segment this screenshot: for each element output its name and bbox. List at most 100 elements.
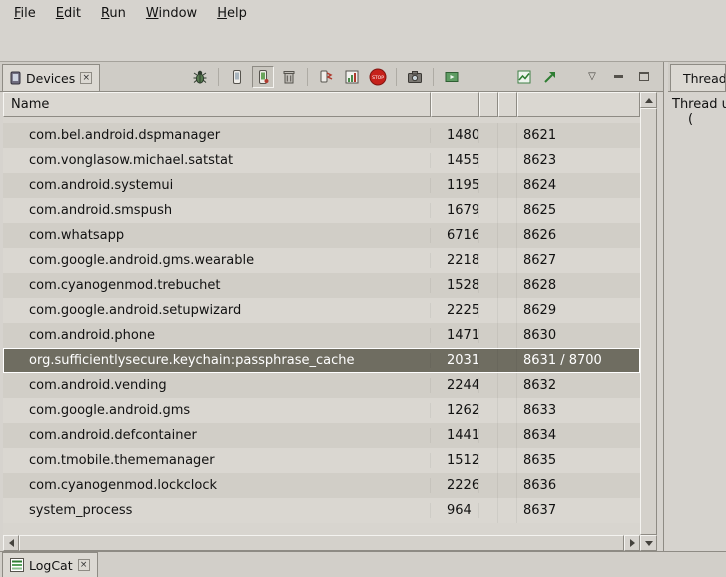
update-heap-button[interactable] [226, 66, 248, 88]
cell-spare2 [498, 323, 517, 348]
table-row[interactable]: com.android.systemui 1195 8624 [3, 173, 640, 198]
cell-pid: 12623 [431, 403, 479, 418]
cell-pid: 1512 [431, 453, 479, 468]
menu-window[interactable]: Window [136, 3, 207, 24]
menu-help[interactable]: Help [207, 3, 257, 24]
cell-spare2 [498, 473, 517, 498]
cell-spare1 [479, 298, 498, 323]
menu-label-part: E [56, 6, 64, 21]
bottom-tabbar: LogCat × [0, 551, 726, 577]
scroll-left-button[interactable] [3, 535, 19, 551]
cell-port: 8626 [517, 228, 640, 243]
menu-edit[interactable]: Edit [46, 3, 91, 24]
table-row[interactable]: system_process 964 8637 [3, 498, 640, 523]
toolbar-separator [307, 68, 308, 86]
cell-port: 8632 [517, 378, 640, 393]
scroll-down-button[interactable] [640, 535, 657, 551]
cell-name: system_process [3, 503, 431, 518]
column-header-spare2[interactable] [498, 92, 517, 117]
column-header-spare1[interactable] [479, 92, 498, 117]
tab-threads-label: Threads [683, 71, 726, 86]
cell-port: 8621 [517, 128, 640, 143]
column-header-pid[interactable] [431, 92, 479, 117]
table-row[interactable]: org.sufficientlysecure.keychain:passphra… [3, 348, 640, 373]
view-menu-button[interactable]: ▽ [581, 66, 603, 88]
view-menu-icon: ▽ [588, 71, 596, 82]
close-icon[interactable]: × [80, 72, 92, 84]
cell-port: 8629 [517, 303, 640, 318]
start-method-profiling-icon [344, 69, 360, 85]
cell-pid: 1679 [431, 203, 479, 218]
horizontal-scrollbar[interactable] [3, 535, 640, 551]
cell-port: 8630 [517, 328, 640, 343]
toolbar-separator [433, 68, 434, 86]
scroll-right-button[interactable] [624, 535, 640, 551]
cell-pid: 964 [431, 503, 479, 518]
cell-spare1 [479, 498, 498, 523]
table-row[interactable]: com.android.vending 22440 8632 [3, 373, 640, 398]
cell-port: 8623 [517, 153, 640, 168]
table-row[interactable]: com.android.defcontainer 14411 8634 [3, 423, 640, 448]
arrow-down-icon [645, 541, 653, 546]
table-row[interactable]: com.google.android.gms 12623 8633 [3, 398, 640, 423]
cell-name: com.android.smspush [3, 203, 431, 218]
table-row[interactable]: com.vonglasow.michael.satstat 14553 8623 [3, 148, 640, 173]
minimize-button[interactable] [607, 66, 629, 88]
cell-pid: 6716 [431, 228, 479, 243]
vertical-scrollbar-thumb[interactable] [640, 108, 657, 535]
cell-name: org.sufficientlysecure.keychain:passphra… [3, 353, 431, 368]
cell-spare2 [498, 423, 517, 448]
toolbar-separator [218, 68, 219, 86]
table-row[interactable]: com.android.phone 1471 8630 [3, 323, 640, 348]
cell-name: com.cyanogenmod.lockclock [3, 478, 431, 493]
tab-devices-label: Devices [26, 71, 75, 86]
vertical-scrollbar[interactable] [640, 92, 657, 551]
threads-message-line2: ( [672, 112, 724, 127]
sysinfo-button[interactable] [513, 66, 535, 88]
menu-label-part: un [109, 6, 125, 21]
table-row[interactable]: com.cyanogenmod.trebuchet 1528 8628 [3, 273, 640, 298]
cell-port: 8635 [517, 453, 640, 468]
tab-threads[interactable]: Threads [670, 64, 726, 91]
menu-label-part: elp [227, 6, 247, 21]
maximize-button[interactable] [633, 66, 655, 88]
capture-arrow-button[interactable] [539, 66, 561, 88]
tab-logcat-label: LogCat [29, 558, 73, 573]
update-threads-button[interactable] [315, 66, 337, 88]
cause-gc-icon [281, 69, 297, 85]
scroll-up-button[interactable] [640, 92, 657, 108]
tab-devices[interactable]: Devices × [2, 64, 100, 91]
dump-hprof-button[interactable] [252, 66, 274, 88]
cell-spare1 [479, 423, 498, 448]
column-header-name[interactable]: Name [3, 92, 431, 117]
cause-gc-button[interactable] [278, 66, 300, 88]
table-row[interactable]: com.google.android.gms.wearable 22185 86… [3, 248, 640, 273]
table-row[interactable]: com.cyanogenmod.lockclock 22265 8636 [3, 473, 640, 498]
video-capture-button[interactable] [441, 66, 463, 88]
table-row[interactable]: com.google.android.setupwizard 22250 862… [3, 298, 640, 323]
tab-logcat[interactable]: LogCat × [2, 552, 98, 577]
close-icon[interactable]: × [78, 559, 90, 571]
threads-message-line1: Thread up [672, 97, 724, 112]
cell-spare2 [498, 373, 517, 398]
table-row[interactable]: com.tmobile.thememanager 1512 8635 [3, 448, 640, 473]
debug-icon [192, 69, 208, 85]
menu-run[interactable]: Run [91, 3, 136, 24]
cell-name: com.vonglasow.michael.satstat [3, 153, 431, 168]
screen-capture-button[interactable] [404, 66, 426, 88]
threads-message: Thread up ( [668, 92, 726, 127]
debug-button[interactable] [189, 66, 211, 88]
table-row[interactable]: com.bel.android.dspmanager 1480 8621 [3, 123, 640, 148]
table-row[interactable]: com.android.smspush 1679 8625 [3, 198, 640, 223]
cell-name: com.tmobile.thememanager [3, 453, 431, 468]
table-row[interactable]: com.whatsapp 6716 8626 [3, 223, 640, 248]
stop-process-button[interactable]: STOP [367, 66, 389, 88]
horizontal-scrollbar-thumb[interactable] [19, 535, 624, 551]
cell-pid: 22440 [431, 378, 479, 393]
cell-spare1 [479, 273, 498, 298]
cell-spare1 [479, 323, 498, 348]
method-profiling-button[interactable] [341, 66, 363, 88]
cell-spare2 [498, 148, 517, 173]
menu-file[interactable]: File [4, 3, 46, 24]
column-header-port[interactable] [517, 92, 640, 117]
